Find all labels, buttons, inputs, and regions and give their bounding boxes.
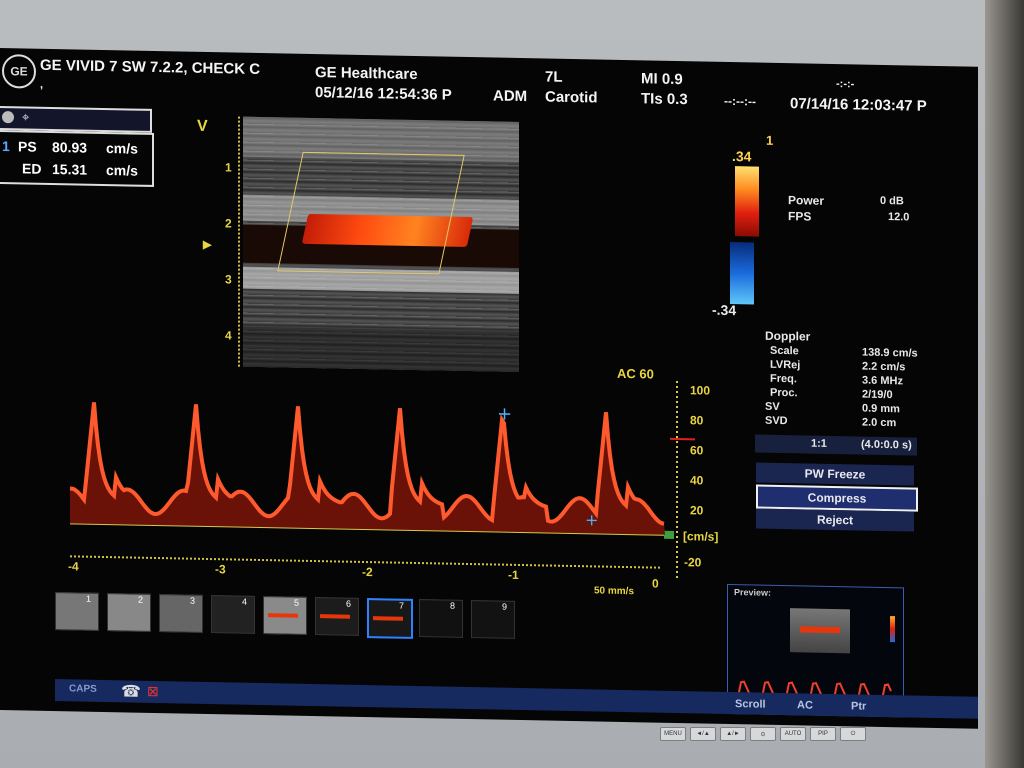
thumbnail-index: 7 xyxy=(399,600,405,611)
doppler-param-value: 0.9 mm xyxy=(862,402,900,416)
x-tick-0: 0 xyxy=(652,576,659,591)
thumbnail-flow xyxy=(320,614,350,619)
network-icon[interactable]: ⊠ xyxy=(147,683,159,700)
spectral-doppler-trace: + + xyxy=(69,380,695,582)
x-tick-neg2: -2 xyxy=(362,564,373,580)
doppler-param-label: SVD xyxy=(765,414,788,428)
monitor-button[interactable]: ⏻ xyxy=(840,727,866,741)
x-tick-neg1: -1 xyxy=(508,567,519,582)
system-datetime: 07/14/16 12:03:47 P xyxy=(790,95,927,115)
doppler-title: Doppler xyxy=(765,328,811,344)
compress-button[interactable]: Compress xyxy=(756,484,918,512)
thumbnail-flow xyxy=(268,613,298,618)
ratio-label: 1:1 xyxy=(811,437,827,450)
thumbnail-index: 5 xyxy=(294,597,300,608)
scroll-label[interactable]: Scroll xyxy=(735,698,766,711)
y-tick-60: 60 xyxy=(690,443,704,458)
thumbnail[interactable]: 5 xyxy=(263,596,307,635)
thumbnail-index: 1 xyxy=(86,593,92,604)
doppler-param-label: Proc. xyxy=(770,386,798,400)
y-tick-20: 20 xyxy=(690,503,704,518)
phone-icon[interactable]: ☎ xyxy=(121,681,141,701)
thumbnail-index: 8 xyxy=(450,600,456,611)
thumbnail[interactable]: 4 xyxy=(211,595,255,634)
top-right-placeholder: -:-:- xyxy=(836,78,855,91)
y-tick-40: 40 xyxy=(690,473,704,488)
thumbnail[interactable]: 3 xyxy=(159,594,203,633)
doppler-param-label: LVRej xyxy=(770,358,801,372)
ratio-detail: (4.0:0.0 s) xyxy=(861,438,912,452)
monitor-button[interactable]: ◄/▲ xyxy=(690,727,716,741)
y-tick-80: 80 xyxy=(690,413,704,428)
color-scale-marker: 1 xyxy=(766,132,774,148)
doppler-param-label: Freq. xyxy=(770,372,797,386)
ratio-bar: 1:1 (4.0:0.0 s) xyxy=(755,434,917,456)
caps-indicator: CAPS xyxy=(69,683,97,695)
y-tick-100: 100 xyxy=(690,383,711,398)
thumbnail[interactable]: 6 xyxy=(315,597,359,636)
pw-freeze-button[interactable]: PW Freeze xyxy=(756,462,914,486)
ultrasound-screen: GE GE VIVID 7 SW 7.2.2, CHECK C GE Healt… xyxy=(0,48,978,729)
thumbnail-index: 9 xyxy=(502,601,508,612)
reject-button[interactable]: Reject xyxy=(756,508,914,532)
doppler-param-value: 2/19/0 xyxy=(862,388,893,402)
doppler-param-value: 138.9 cm/s xyxy=(862,346,918,360)
power-value: 0 dB xyxy=(880,194,904,208)
doppler-param-value: 2.2 cm/s xyxy=(862,360,906,374)
ed-caliper-icon: + xyxy=(585,510,598,529)
baseline-handle-icon[interactable] xyxy=(664,530,674,539)
background-wall xyxy=(985,0,1024,768)
ac-status-label[interactable]: AC xyxy=(797,699,813,711)
thumbnail[interactable]: 9 xyxy=(471,600,515,639)
thumbnail-index: 6 xyxy=(346,598,352,609)
power-label: Power xyxy=(788,193,825,208)
sweep-speed: 50 mm/s xyxy=(594,585,635,598)
y-tick-neg20: -20 xyxy=(684,555,702,570)
velocity-unit: [cm/s] xyxy=(683,529,719,544)
thumbnail-index: 4 xyxy=(242,596,248,607)
monitor-button[interactable]: AUTO xyxy=(780,727,806,741)
x-tick-neg4: -4 xyxy=(68,559,79,574)
doppler-param-label: SV xyxy=(765,400,780,413)
thumbnail[interactable]: 1 xyxy=(55,592,99,631)
doppler-param-value: 2.0 cm xyxy=(862,416,897,430)
thumbnail[interactable]: 7 xyxy=(367,598,413,639)
doppler-param-value: 3.6 MHz xyxy=(862,374,903,388)
thumbnail[interactable]: 8 xyxy=(419,599,463,638)
thumbnail-index: 3 xyxy=(190,595,196,606)
ptr-label[interactable]: Ptr xyxy=(851,700,866,712)
doppler-param-label: Scale xyxy=(770,344,799,358)
thumbnail-flow xyxy=(373,616,403,621)
monitor-button[interactable]: PIP xyxy=(810,727,836,741)
fps-value: 12.0 xyxy=(888,211,910,224)
thumbnail-index: 2 xyxy=(138,594,144,605)
monitor-button[interactable]: ⊙ xyxy=(750,727,776,741)
fps-label: FPS xyxy=(788,209,812,224)
monitor-button[interactable]: ▲/► xyxy=(720,727,746,741)
x-tick-neg3: -3 xyxy=(215,562,226,577)
peak-caliper-icon: + xyxy=(497,404,512,425)
thumbnail[interactable]: 2 xyxy=(107,593,151,632)
monitor-button[interactable]: MENU xyxy=(660,727,686,741)
